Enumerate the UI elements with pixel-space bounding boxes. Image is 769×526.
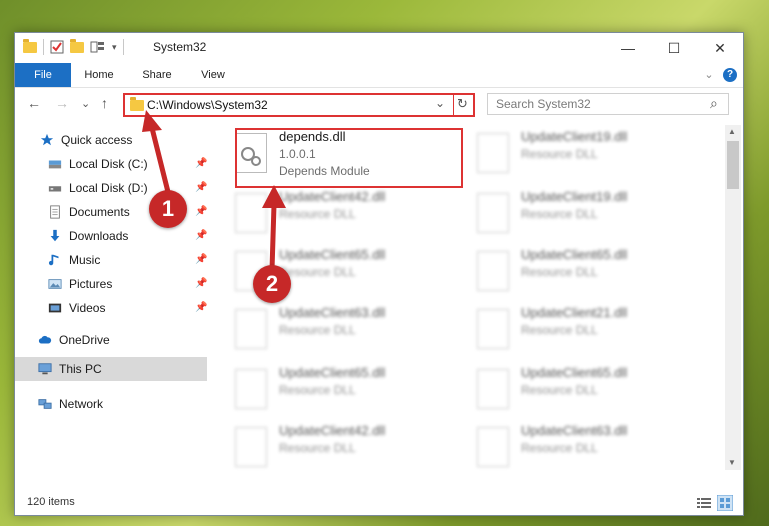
annotation-overlay [142, 110, 286, 271]
arrow-1-line [149, 127, 171, 193]
step-marker-2: 2 [253, 265, 291, 303]
arrow-2-head [262, 185, 286, 208]
arrow-2-line [269, 204, 277, 271]
arrow-1-head [142, 110, 162, 132]
step-marker-1: 1 [149, 190, 187, 228]
